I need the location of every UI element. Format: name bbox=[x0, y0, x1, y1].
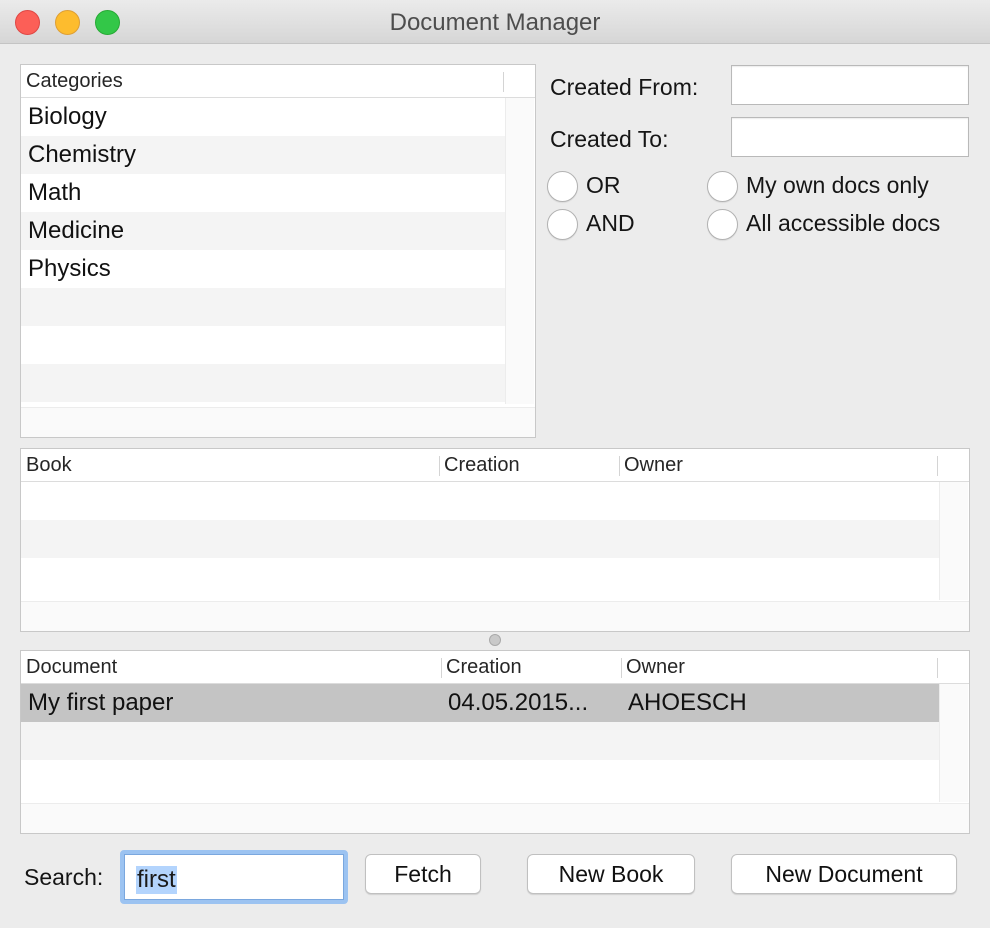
document-vertical-scrollbar[interactable] bbox=[939, 684, 968, 802]
table-row[interactable]: My first paper 04.05.2015... AHOESCH bbox=[21, 684, 939, 722]
created-to-label: Created To: bbox=[550, 126, 669, 152]
category-row-chemistry[interactable]: Chemistry bbox=[21, 136, 505, 174]
column-header-owner[interactable]: Owner bbox=[619, 449, 683, 482]
document-owner-cell: AHOESCH bbox=[628, 689, 747, 716]
own-docs-radio[interactable] bbox=[707, 171, 738, 202]
category-label: Math bbox=[28, 179, 82, 206]
categories-vertical-scrollbar[interactable] bbox=[505, 98, 534, 404]
document-table[interactable]: Document Creation Owner My first paper 0… bbox=[20, 650, 970, 834]
title-bar[interactable]: Document Manager bbox=[0, 0, 990, 44]
document-manager-window: Document Manager Categories Biology Chem… bbox=[0, 0, 990, 928]
empty-row bbox=[21, 482, 939, 520]
and-radio[interactable] bbox=[547, 209, 578, 240]
column-header-owner[interactable]: Owner bbox=[621, 651, 685, 684]
column-header-document[interactable]: Document bbox=[21, 651, 117, 684]
document-horizontal-scrollbar[interactable] bbox=[21, 803, 969, 833]
column-divider bbox=[937, 456, 938, 476]
empty-row bbox=[21, 520, 939, 558]
category-row-medicine[interactable]: Medicine bbox=[21, 212, 505, 250]
or-radio[interactable] bbox=[547, 171, 578, 202]
category-label: Medicine bbox=[28, 217, 125, 244]
empty-row bbox=[21, 364, 505, 402]
search-input[interactable]: first bbox=[120, 850, 348, 904]
search-label: Search: bbox=[24, 864, 104, 890]
created-from-field[interactable] bbox=[731, 65, 969, 105]
column-header-creation[interactable]: Creation bbox=[441, 651, 522, 684]
book-vertical-scrollbar[interactable] bbox=[939, 482, 968, 600]
category-row-biology[interactable]: Biology bbox=[21, 98, 505, 136]
document-creation-cell: 04.05.2015... bbox=[448, 689, 589, 716]
new-document-button[interactable]: New Document bbox=[731, 854, 957, 894]
empty-row bbox=[21, 760, 939, 798]
category-row-physics[interactable]: Physics bbox=[21, 250, 505, 288]
window-title: Document Manager bbox=[389, 9, 601, 36]
categories-horizontal-scrollbar[interactable] bbox=[21, 407, 535, 437]
fetch-button[interactable]: Fetch bbox=[365, 854, 481, 894]
categories-header-row: Categories bbox=[21, 65, 535, 98]
search-input-value[interactable]: first bbox=[136, 866, 177, 894]
categories-table[interactable]: Categories Biology Chemistry Math Medici… bbox=[20, 64, 536, 438]
category-row-math[interactable]: Math bbox=[21, 174, 505, 212]
column-header-categories[interactable]: Categories bbox=[21, 65, 123, 98]
column-header-creation[interactable]: Creation bbox=[439, 449, 520, 482]
column-divider bbox=[503, 72, 504, 92]
empty-row bbox=[21, 288, 505, 326]
book-header-row: Book Creation Owner bbox=[21, 449, 969, 482]
split-view-divider-handle[interactable] bbox=[489, 634, 501, 646]
and-radio-label[interactable]: AND bbox=[586, 210, 635, 237]
category-label: Chemistry bbox=[28, 141, 137, 168]
empty-row bbox=[21, 558, 939, 596]
book-rows bbox=[21, 482, 939, 596]
categories-rows: Biology Chemistry Math Medicine Physics bbox=[21, 98, 505, 402]
document-rows: My first paper 04.05.2015... AHOESCH bbox=[21, 684, 939, 798]
book-table[interactable]: Book Creation Owner bbox=[20, 448, 970, 632]
own-docs-radio-label[interactable]: My own docs only bbox=[746, 172, 929, 199]
or-radio-label[interactable]: OR bbox=[586, 172, 621, 199]
all-docs-radio-label[interactable]: All accessible docs bbox=[746, 210, 940, 237]
empty-row bbox=[21, 722, 939, 760]
category-label: Physics bbox=[28, 255, 111, 282]
new-book-button[interactable]: New Book bbox=[527, 854, 695, 894]
book-horizontal-scrollbar[interactable] bbox=[21, 601, 969, 631]
created-from-label: Created From: bbox=[550, 74, 699, 100]
document-name-cell: My first paper bbox=[28, 689, 174, 716]
document-header-row: Document Creation Owner bbox=[21, 651, 969, 684]
column-header-book[interactable]: Book bbox=[21, 449, 72, 482]
empty-row bbox=[21, 326, 505, 364]
created-to-field[interactable] bbox=[731, 117, 969, 157]
all-docs-radio[interactable] bbox=[707, 209, 738, 240]
column-divider bbox=[937, 658, 938, 678]
category-label: Biology bbox=[28, 103, 107, 130]
